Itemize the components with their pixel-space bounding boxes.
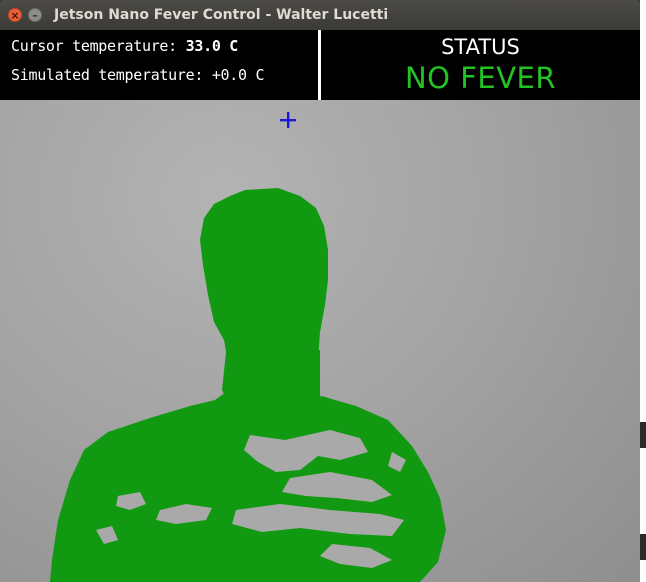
desktop-edge xyxy=(640,0,646,582)
status-value: NO FEVER xyxy=(404,61,557,95)
simulated-temperature-label: Simulated temperature: xyxy=(11,66,212,84)
desktop-edge-mark xyxy=(640,422,646,448)
desktop-edge-mark xyxy=(640,534,646,560)
minimize-button[interactable]: – xyxy=(28,8,42,22)
thermal-camera-view[interactable] xyxy=(0,100,640,582)
title-bar[interactable]: × – Jetson Nano Fever Control - Walter L… xyxy=(0,0,640,30)
crosshair-icon[interactable] xyxy=(278,110,298,130)
app-window: × – Jetson Nano Fever Control - Walter L… xyxy=(0,0,640,582)
torso-silhouette xyxy=(50,392,446,582)
close-icon: × xyxy=(10,8,20,22)
info-panel: Cursor temperature: 33.0 C Simulated tem… xyxy=(0,30,640,100)
cursor-temperature-label: Cursor temperature: xyxy=(11,37,186,55)
simulated-temperature-value: +0.0 C xyxy=(211,66,265,84)
window-title: Jetson Nano Fever Control - Walter Lucet… xyxy=(54,7,389,23)
minimize-icon: – xyxy=(32,8,38,22)
cursor-temperature-line: Cursor temperature: 33.0 C xyxy=(11,37,238,55)
person-overlay xyxy=(50,188,446,582)
simulated-temperature-line: Simulated temperature: +0.0 C xyxy=(11,66,265,84)
status-title: STATUS xyxy=(441,35,520,59)
close-button[interactable]: × xyxy=(8,8,22,22)
cursor-temperature-value: 33.0 C xyxy=(185,37,239,55)
